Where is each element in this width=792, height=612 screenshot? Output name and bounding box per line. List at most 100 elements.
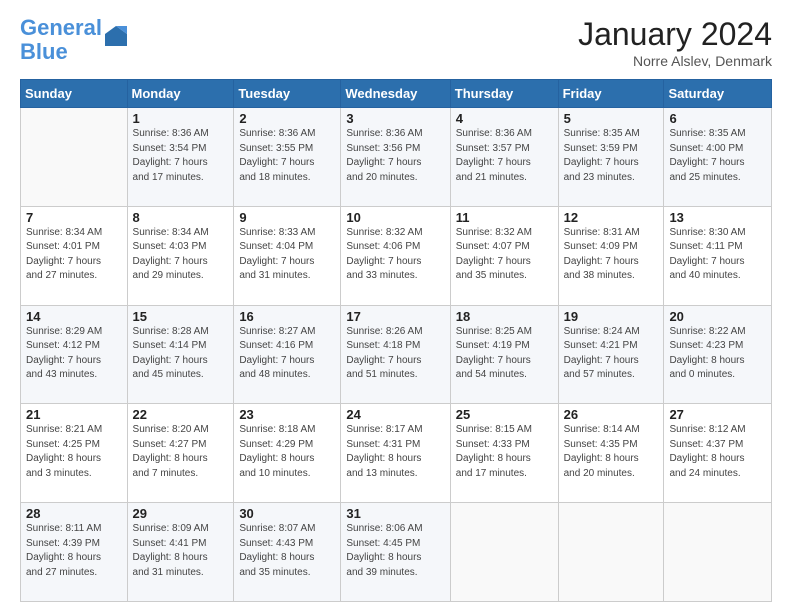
col-sunday: Sunday	[21, 80, 128, 108]
sunrise-text: Sunrise: 8:30 AM	[669, 226, 766, 241]
day-detail: Sunrise: 8:14 AMSunset: 4:35 PMDaylight:…	[564, 423, 659, 481]
table-row	[21, 108, 128, 207]
daylight-text: Daylight: 8 hours	[239, 452, 335, 467]
table-row	[558, 503, 664, 602]
table-row: 25Sunrise: 8:15 AMSunset: 4:33 PMDayligh…	[450, 404, 558, 503]
daylight-text: Daylight: 7 hours	[669, 255, 766, 270]
day-number: 4	[456, 111, 553, 126]
daylight-text-cont: and 35 minutes.	[239, 566, 335, 581]
sunrise-text: Sunrise: 8:32 AM	[346, 226, 444, 241]
day-detail: Sunrise: 8:33 AMSunset: 4:04 PMDaylight:…	[239, 226, 335, 284]
sunset-text: Sunset: 4:06 PM	[346, 240, 444, 255]
sunset-text: Sunset: 4:11 PM	[669, 240, 766, 255]
table-row: 22Sunrise: 8:20 AMSunset: 4:27 PMDayligh…	[127, 404, 234, 503]
day-detail: Sunrise: 8:36 AMSunset: 3:57 PMDaylight:…	[456, 127, 553, 185]
table-row: 20Sunrise: 8:22 AMSunset: 4:23 PMDayligh…	[664, 305, 772, 404]
day-detail: Sunrise: 8:32 AMSunset: 4:07 PMDaylight:…	[456, 226, 553, 284]
sunrise-text: Sunrise: 8:14 AM	[564, 423, 659, 438]
daylight-text: Daylight: 7 hours	[26, 255, 122, 270]
sunrise-text: Sunrise: 8:32 AM	[456, 226, 553, 241]
sunset-text: Sunset: 4:16 PM	[239, 339, 335, 354]
table-row: 17Sunrise: 8:26 AMSunset: 4:18 PMDayligh…	[341, 305, 450, 404]
sunset-text: Sunset: 4:09 PM	[564, 240, 659, 255]
sunrise-text: Sunrise: 8:11 AM	[26, 522, 122, 537]
sunrise-text: Sunrise: 8:28 AM	[133, 325, 229, 340]
day-number: 6	[669, 111, 766, 126]
daylight-text: Daylight: 7 hours	[456, 156, 553, 171]
table-row	[450, 503, 558, 602]
daylight-text-cont: and 29 minutes.	[133, 269, 229, 284]
day-number: 12	[564, 210, 659, 225]
sunset-text: Sunset: 4:19 PM	[456, 339, 553, 354]
day-detail: Sunrise: 8:34 AMSunset: 4:01 PMDaylight:…	[26, 226, 122, 284]
title-block: January 2024 Norre Alslev, Denmark	[578, 16, 772, 69]
calendar-week-4: 21Sunrise: 8:21 AMSunset: 4:25 PMDayligh…	[21, 404, 772, 503]
daylight-text-cont: and 54 minutes.	[456, 368, 553, 383]
day-detail: Sunrise: 8:31 AMSunset: 4:09 PMDaylight:…	[564, 226, 659, 284]
table-row: 12Sunrise: 8:31 AMSunset: 4:09 PMDayligh…	[558, 206, 664, 305]
daylight-text-cont: and 48 minutes.	[239, 368, 335, 383]
day-number: 30	[239, 506, 335, 521]
sunset-text: Sunset: 4:25 PM	[26, 438, 122, 453]
daylight-text-cont: and 17 minutes.	[133, 171, 229, 186]
table-row: 2Sunrise: 8:36 AMSunset: 3:55 PMDaylight…	[234, 108, 341, 207]
daylight-text-cont: and 0 minutes.	[669, 368, 766, 383]
sunrise-text: Sunrise: 8:34 AM	[133, 226, 229, 241]
daylight-text-cont: and 45 minutes.	[133, 368, 229, 383]
day-number: 2	[239, 111, 335, 126]
sunrise-text: Sunrise: 8:36 AM	[133, 127, 229, 142]
day-number: 31	[346, 506, 444, 521]
calendar-subtitle: Norre Alslev, Denmark	[578, 53, 772, 69]
table-row: 4Sunrise: 8:36 AMSunset: 3:57 PMDaylight…	[450, 108, 558, 207]
table-row: 15Sunrise: 8:28 AMSunset: 4:14 PMDayligh…	[127, 305, 234, 404]
sunset-text: Sunset: 4:41 PM	[133, 537, 229, 552]
daylight-text: Daylight: 8 hours	[346, 551, 444, 566]
sunrise-text: Sunrise: 8:24 AM	[564, 325, 659, 340]
sunset-text: Sunset: 4:45 PM	[346, 537, 444, 552]
sunset-text: Sunset: 4:39 PM	[26, 537, 122, 552]
daylight-text: Daylight: 7 hours	[564, 354, 659, 369]
sunrise-text: Sunrise: 8:36 AM	[346, 127, 444, 142]
sunset-text: Sunset: 4:04 PM	[239, 240, 335, 255]
sunrise-text: Sunrise: 8:31 AM	[564, 226, 659, 241]
day-number: 10	[346, 210, 444, 225]
daylight-text: Daylight: 8 hours	[239, 551, 335, 566]
sunrise-text: Sunrise: 8:29 AM	[26, 325, 122, 340]
sunset-text: Sunset: 4:23 PM	[669, 339, 766, 354]
daylight-text-cont: and 23 minutes.	[564, 171, 659, 186]
sunrise-text: Sunrise: 8:12 AM	[669, 423, 766, 438]
day-detail: Sunrise: 8:24 AMSunset: 4:21 PMDaylight:…	[564, 325, 659, 383]
sunset-text: Sunset: 4:43 PM	[239, 537, 335, 552]
table-row: 28Sunrise: 8:11 AMSunset: 4:39 PMDayligh…	[21, 503, 128, 602]
logo: General Blue	[20, 16, 127, 64]
col-saturday: Saturday	[664, 80, 772, 108]
day-number: 9	[239, 210, 335, 225]
day-detail: Sunrise: 8:34 AMSunset: 4:03 PMDaylight:…	[133, 226, 229, 284]
daylight-text-cont: and 13 minutes.	[346, 467, 444, 482]
logo-text: General Blue	[20, 16, 102, 64]
day-detail: Sunrise: 8:36 AMSunset: 3:54 PMDaylight:…	[133, 127, 229, 185]
day-detail: Sunrise: 8:35 AMSunset: 4:00 PMDaylight:…	[669, 127, 766, 185]
day-number: 5	[564, 111, 659, 126]
calendar-week-1: 1Sunrise: 8:36 AMSunset: 3:54 PMDaylight…	[21, 108, 772, 207]
daylight-text: Daylight: 7 hours	[26, 354, 122, 369]
day-number: 20	[669, 309, 766, 324]
day-detail: Sunrise: 8:36 AMSunset: 3:56 PMDaylight:…	[346, 127, 444, 185]
sunset-text: Sunset: 3:59 PM	[564, 142, 659, 157]
day-detail: Sunrise: 8:29 AMSunset: 4:12 PMDaylight:…	[26, 325, 122, 383]
daylight-text-cont: and 31 minutes.	[133, 566, 229, 581]
day-detail: Sunrise: 8:17 AMSunset: 4:31 PMDaylight:…	[346, 423, 444, 481]
sunset-text: Sunset: 4:18 PM	[346, 339, 444, 354]
daylight-text-cont: and 21 minutes.	[456, 171, 553, 186]
sunset-text: Sunset: 4:14 PM	[133, 339, 229, 354]
daylight-text: Daylight: 7 hours	[346, 354, 444, 369]
sunrise-text: Sunrise: 8:27 AM	[239, 325, 335, 340]
daylight-text-cont: and 51 minutes.	[346, 368, 444, 383]
daylight-text: Daylight: 7 hours	[564, 255, 659, 270]
day-number: 8	[133, 210, 229, 225]
daylight-text: Daylight: 7 hours	[133, 255, 229, 270]
table-row: 18Sunrise: 8:25 AMSunset: 4:19 PMDayligh…	[450, 305, 558, 404]
table-row: 29Sunrise: 8:09 AMSunset: 4:41 PMDayligh…	[127, 503, 234, 602]
day-number: 24	[346, 407, 444, 422]
daylight-text: Daylight: 7 hours	[133, 354, 229, 369]
